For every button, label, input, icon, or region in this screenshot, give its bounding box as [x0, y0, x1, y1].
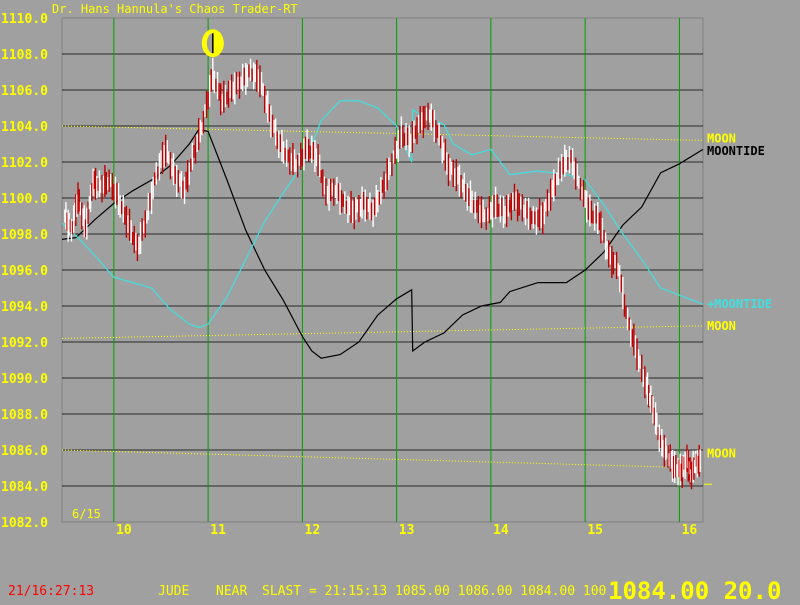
y-tick-label: 1098.0: [1, 228, 48, 243]
moon-line: [61, 125, 704, 141]
big-price-readout: 1084.00 20.0: [608, 577, 782, 605]
y-tick-label: 1086.0: [1, 444, 48, 459]
series-label: MOON: [707, 447, 736, 461]
x-tick-label: 15: [587, 523, 603, 538]
y-tick-label: 1100.0: [1, 192, 48, 207]
x-tick-label: 14: [493, 523, 509, 538]
series-label: MOONTIDE: [707, 144, 765, 158]
y-tick-label: 1082.0: [1, 516, 48, 531]
chart: 1082.0 1084.0 1086.0 1088.0 1090.0 1092.0 1094…: [1, 2, 772, 538]
y-tick-label: 1092.0: [1, 336, 48, 351]
y-tick-label: 1084.0: [1, 480, 48, 495]
tide-series: [61, 100, 704, 359]
x-tick-label: 16: [682, 523, 698, 538]
moon-line: [61, 449, 704, 469]
y-tick-label: 1104.0: [1, 120, 48, 135]
y-tick-label: 1106.0: [1, 84, 48, 99]
last-quote: SLAST = 21:15:13 1085.00 1086.00 1084.00…: [262, 584, 607, 599]
y-tick-label: 1088.0: [1, 408, 48, 423]
x-tick-label: 13: [399, 523, 415, 538]
y-tick-label: 1094.0: [1, 300, 48, 315]
x-axis-tick-labels: 10 11 12 13 14 15 16: [116, 523, 697, 538]
series-label: MOON: [707, 319, 736, 333]
horizontal-gridlines: [62, 53, 703, 487]
y-tick-label: 1110.0: [1, 12, 48, 27]
symbol-label: JUDE: [158, 584, 190, 599]
price-bars: [64, 57, 712, 490]
x-tick-label: 12: [305, 523, 321, 538]
plus-moontide-line: [61, 100, 704, 329]
series-label: +MOONTIDE: [707, 297, 772, 311]
date-label: 6/15: [72, 507, 101, 521]
y-tick-label: 1096.0: [1, 264, 48, 279]
app-title: Dr. Hans Hannula's Chaos Trader-RT: [52, 2, 298, 16]
x-tick-label: 11: [210, 523, 226, 538]
x-tick-label: 10: [116, 523, 132, 538]
y-tick-label: 1108.0: [1, 48, 48, 63]
moon-line: [61, 325, 704, 339]
near-label: NEAR: [216, 584, 248, 599]
y-axis-tick-labels: 1082.0 1084.0 1086.0 1088.0 1090.0 1092.0 1094…: [1, 12, 48, 531]
y-tick-label: 1102.0: [1, 156, 48, 171]
y-tick-label: 1090.0: [1, 372, 48, 387]
status-bar: 21/16:27:13 JUDE NEAR SLAST = 21:15:13 1…: [0, 576, 800, 605]
series-labels: MOONMOONTIDE+MOONTIDEMOONMOON: [707, 132, 772, 461]
half-moon-icon: [201, 29, 224, 58]
clock-readout: 21/16:27:13: [8, 584, 95, 599]
